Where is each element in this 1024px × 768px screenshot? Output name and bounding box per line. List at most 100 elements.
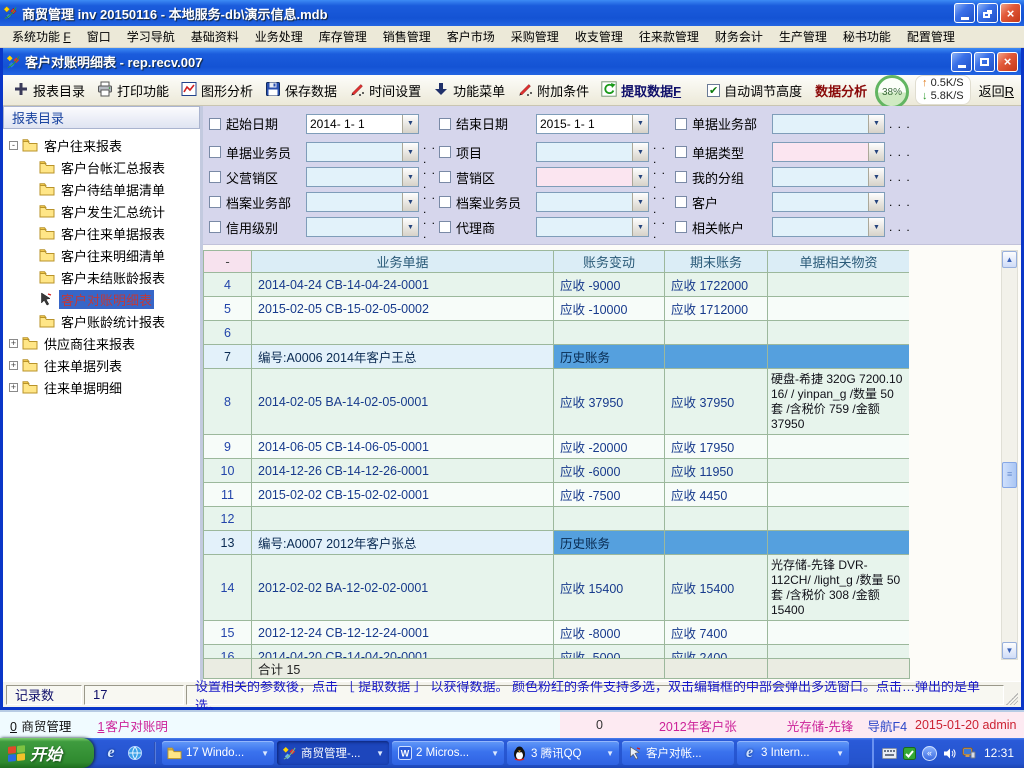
tree-item[interactable]: 客户台帐汇总报表	[5, 156, 198, 178]
filter-combo-value[interactable]	[773, 168, 868, 186]
menu-item[interactable]: 销售管理	[375, 26, 439, 47]
combo-dropdown-icon[interactable]: ▼	[632, 193, 648, 211]
filter-more-button[interactable]: . . .	[889, 170, 911, 184]
menu-item[interactable]: 系统功能 F	[4, 26, 79, 47]
resize-grip[interactable]	[1006, 693, 1018, 705]
combo-dropdown-icon[interactable]: ▼	[402, 143, 418, 161]
filter-more-button[interactable]: . . .	[423, 213, 437, 241]
table-row[interactable]: 142012-02-02 BA-12-02-02-0001应收 15400应收 …	[204, 555, 910, 621]
vertical-scrollbar[interactable]: ▲ ▼	[1001, 250, 1018, 660]
table-section-row[interactable]: 7编号:A0006 2014年客户王总历史账务	[204, 345, 910, 369]
filter-checkbox[interactable]	[439, 146, 451, 158]
menu-item[interactable]: 生产管理	[771, 26, 835, 47]
filter-checkbox[interactable]	[675, 171, 687, 183]
task-button-ie[interactable]: e3 Intern...▼	[737, 741, 849, 765]
menu-item[interactable]: 配置管理	[899, 26, 963, 47]
combo-dropdown-icon[interactable]: ▼	[402, 218, 418, 236]
menu-item[interactable]: 客户市场	[439, 26, 503, 47]
filter-checkbox[interactable]	[675, 196, 687, 208]
combo-dropdown-icon[interactable]: ▼	[632, 143, 648, 161]
combo-dropdown-icon[interactable]: ▼	[632, 168, 648, 186]
filter-combo[interactable]: ▼	[306, 217, 419, 237]
menu-item[interactable]: 采购管理	[503, 26, 567, 47]
table-row[interactable]: 92014-06-05 CB-14-06-05-0001应收 -20000应收 …	[204, 435, 910, 459]
filter-checkbox[interactable]	[209, 196, 221, 208]
return-button[interactable]: 返回R	[979, 81, 1014, 100]
child-maximize-button[interactable]	[974, 52, 995, 72]
tree-item[interactable]: +往来单据明细	[5, 376, 198, 398]
toolbar-button-save[interactable]: 保存数据	[260, 78, 342, 103]
task-button-word[interactable]: W2 Micros...▼	[392, 741, 504, 765]
tree-item[interactable]: 客户待结单据清单	[5, 178, 198, 200]
menu-item[interactable]: 基础资料	[183, 26, 247, 47]
filter-more-button[interactable]: . . .	[653, 138, 673, 166]
filter-combo-value[interactable]	[537, 168, 632, 186]
filter-combo[interactable]: ▼	[772, 142, 885, 162]
filter-combo[interactable]: ▼	[772, 167, 885, 187]
toolbar-button-chart[interactable]: 图形分析	[176, 78, 258, 103]
filter-combo-value[interactable]	[773, 143, 868, 161]
filter-combo[interactable]: 2014- 1- 1▼	[306, 114, 419, 134]
combo-dropdown-icon[interactable]: ▼	[632, 218, 648, 236]
filter-combo-value[interactable]	[307, 193, 402, 211]
tree-item-label[interactable]: 客户未结账龄报表	[59, 268, 167, 287]
data-analysis-link[interactable]: 数据分析	[815, 81, 867, 100]
filter-more-button[interactable]: . . .	[653, 213, 673, 241]
combo-dropdown-icon[interactable]: ▼	[402, 193, 418, 211]
table-row[interactable]: 162014-04-20 CB-14-04-20-0001应收 -5000应收 …	[204, 645, 910, 659]
toolbar-button-pencil[interactable]: 时间设置	[344, 78, 426, 103]
task-button-dropdown-icon[interactable]: ▼	[491, 749, 499, 758]
filter-more-button[interactable]: . . .	[889, 117, 911, 131]
column-header[interactable]: -	[204, 251, 252, 273]
filter-checkbox[interactable]	[675, 146, 687, 158]
filter-more-button[interactable]: . . .	[423, 138, 437, 166]
menu-item[interactable]: 往来款管理	[631, 26, 707, 47]
scroll-up-arrow[interactable]: ▲	[1002, 251, 1017, 268]
scroll-thumb[interactable]	[1002, 462, 1017, 488]
tree-item-label[interactable]: 客户往来明细清单	[59, 246, 167, 265]
task-button-qq[interactable]: 3 腾讯QQ▼	[507, 741, 619, 765]
column-header[interactable]: 单据相关物资	[768, 251, 910, 273]
table-row[interactable]: 6	[204, 321, 910, 345]
filter-combo-value[interactable]	[773, 218, 868, 236]
column-header[interactable]: 业务单据	[252, 251, 554, 273]
filter-combo[interactable]: ▼	[536, 167, 649, 187]
filter-more-button[interactable]: . . .	[423, 163, 437, 191]
tree-item-label[interactable]: 客户账龄统计报表	[59, 312, 167, 331]
toolbar-button-printer[interactable]: 打印功能	[92, 78, 174, 103]
toolbar-button-pencil[interactable]: 附加条件	[512, 78, 594, 103]
tree-item-label[interactable]: 往来单据列表	[42, 356, 124, 375]
filter-checkbox[interactable]	[439, 118, 451, 130]
filter-combo-value[interactable]	[307, 168, 402, 186]
tree-item[interactable]: 客户对账明细表	[5, 288, 198, 310]
expand-expander-icon[interactable]: +	[9, 339, 18, 348]
tree-item-label[interactable]: 客户台帐汇总报表	[59, 158, 167, 177]
open-window-link[interactable]: 1客户对账明	[97, 716, 167, 735]
expand-expander-icon[interactable]: +	[9, 361, 18, 370]
filter-combo[interactable]: ▼	[772, 114, 885, 134]
filter-combo-value[interactable]	[307, 218, 402, 236]
column-header[interactable]: 期末账务	[665, 251, 768, 273]
volume-tray-icon[interactable]	[942, 746, 957, 761]
table-row[interactable]: 112015-02-02 CB-15-02-02-0001应收 -7500应收 …	[204, 483, 910, 507]
tree-item[interactable]: 客户往来明细清单	[5, 244, 198, 266]
task-button-dropdown-icon[interactable]: ▼	[606, 749, 614, 758]
filter-more-button[interactable]: . . .	[889, 145, 911, 159]
filter-combo[interactable]: ▼	[306, 167, 419, 187]
tree-item[interactable]: + 往来单据列表	[5, 354, 198, 376]
tree-item[interactable]: 客户未结账龄报表	[5, 266, 198, 288]
combo-dropdown-icon[interactable]: ▼	[868, 218, 884, 236]
tree-item[interactable]: 客户账龄统计报表	[5, 310, 198, 332]
menu-item[interactable]: 财务会计	[707, 26, 771, 47]
network-tray-icon[interactable]	[962, 746, 977, 761]
combo-dropdown-icon[interactable]: ▼	[868, 168, 884, 186]
tree-item-label[interactable]: 客户对账明细表	[59, 290, 154, 309]
filter-combo-value[interactable]	[537, 143, 632, 161]
filter-checkbox[interactable]	[439, 171, 451, 183]
scroll-down-arrow[interactable]: ▼	[1002, 642, 1017, 659]
menu-item[interactable]: 库存管理	[311, 26, 375, 47]
combo-dropdown-icon[interactable]: ▼	[868, 193, 884, 211]
combo-dropdown-icon[interactable]: ▼	[868, 143, 884, 161]
filter-combo[interactable]: ▼	[772, 217, 885, 237]
menu-item[interactable]: 秘书功能	[835, 26, 899, 47]
